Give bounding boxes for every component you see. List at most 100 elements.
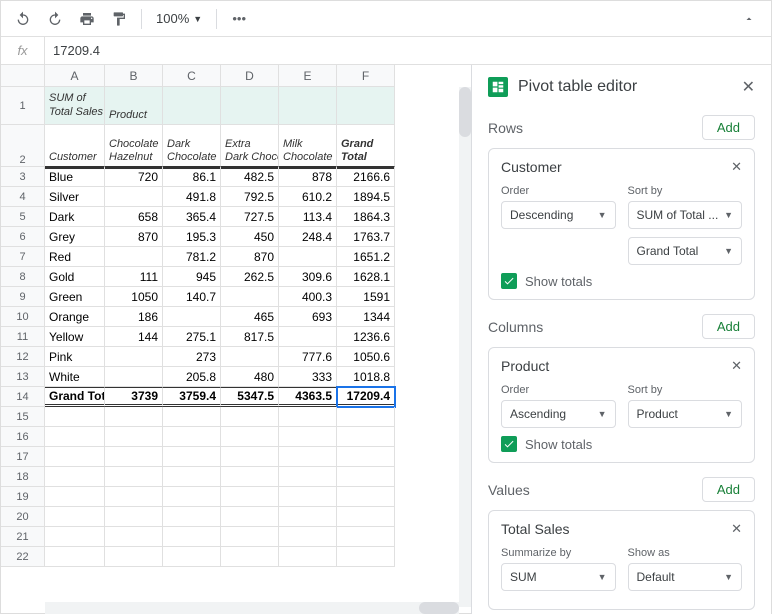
row-header[interactable]: 8 <box>1 267 45 287</box>
cell[interactable] <box>279 327 337 347</box>
cell[interactable]: Blue <box>45 167 105 187</box>
cell[interactable]: 1591 <box>337 287 395 307</box>
vertical-scrollbar[interactable] <box>459 87 471 607</box>
cell[interactable]: 817.5 <box>221 327 279 347</box>
cell[interactable] <box>105 467 163 487</box>
row-header[interactable]: 9 <box>1 287 45 307</box>
cell[interactable] <box>105 367 163 387</box>
more-button[interactable]: ••• <box>225 5 253 33</box>
paint-format-button[interactable] <box>105 5 133 33</box>
row-header[interactable]: 12 <box>1 347 45 367</box>
cell[interactable] <box>105 487 163 507</box>
cell[interactable] <box>45 447 105 467</box>
cell[interactable]: Silver <box>45 187 105 207</box>
cell[interactable] <box>279 487 337 507</box>
cell[interactable] <box>221 447 279 467</box>
horizontal-scrollbar[interactable] <box>45 602 459 614</box>
cell[interactable]: 720 <box>105 167 163 187</box>
cell[interactable]: 878 <box>279 167 337 187</box>
cell[interactable]: 113.4 <box>279 207 337 227</box>
row-header[interactable]: 14 <box>1 387 45 407</box>
cell[interactable]: 1763.7 <box>337 227 395 247</box>
cell[interactable] <box>163 487 221 507</box>
cell[interactable]: ChocolateHazelnut <box>105 125 163 167</box>
cell[interactable] <box>105 187 163 207</box>
cell[interactable] <box>279 467 337 487</box>
row-header[interactable]: 19 <box>1 487 45 507</box>
cell[interactable] <box>279 247 337 267</box>
cell[interactable] <box>221 87 279 125</box>
cell[interactable] <box>221 347 279 367</box>
cell[interactable] <box>279 407 337 427</box>
row-header[interactable]: 18 <box>1 467 45 487</box>
cell[interactable]: Orange <box>45 307 105 327</box>
cell[interactable]: 1344 <box>337 307 395 327</box>
cell[interactable]: 3739 <box>105 387 163 407</box>
cell[interactable]: 792.5 <box>221 187 279 207</box>
cell[interactable]: 870 <box>105 227 163 247</box>
order-select[interactable]: Ascending▼ <box>501 400 616 428</box>
add-rows-button[interactable]: Add <box>702 115 755 140</box>
cell[interactable] <box>279 87 337 125</box>
cell[interactable] <box>163 87 221 125</box>
close-panel-button[interactable]: ✕ <box>742 77 755 97</box>
cell[interactable]: 781.2 <box>163 247 221 267</box>
cell[interactable] <box>221 287 279 307</box>
cell[interactable] <box>105 527 163 547</box>
redo-button[interactable] <box>41 5 69 33</box>
row-header[interactable]: 3 <box>1 167 45 187</box>
cell[interactable] <box>337 507 395 527</box>
cell[interactable]: 186 <box>105 307 163 327</box>
cell[interactable]: 465 <box>221 307 279 327</box>
showas-select[interactable]: Default▼ <box>628 563 743 591</box>
cell[interactable] <box>45 407 105 427</box>
cell[interactable] <box>279 527 337 547</box>
cell[interactable]: 1018.8 <box>337 367 395 387</box>
cell[interactable] <box>221 427 279 447</box>
add-columns-button[interactable]: Add <box>702 314 755 339</box>
cell[interactable] <box>221 547 279 567</box>
cell[interactable]: 1651.2 <box>337 247 395 267</box>
remove-card-button[interactable]: ✕ <box>731 521 742 537</box>
cell[interactable]: 610.2 <box>279 187 337 207</box>
cell[interactable] <box>337 407 395 427</box>
spreadsheet[interactable]: ABCDEF1SUM ofTotal SalesProduct2Customer… <box>1 65 471 614</box>
cell[interactable]: 1864.3 <box>337 207 395 227</box>
cell[interactable]: Green <box>45 287 105 307</box>
cell[interactable] <box>337 487 395 507</box>
cell[interactable]: 2166.6 <box>337 167 395 187</box>
cell[interactable] <box>45 427 105 447</box>
cell[interactable]: 450 <box>221 227 279 247</box>
cell[interactable]: GrandTotal <box>337 125 395 167</box>
cell[interactable] <box>163 427 221 447</box>
cell[interactable]: 4363.5 <box>279 387 337 407</box>
remove-card-button[interactable]: ✕ <box>731 358 742 374</box>
cell[interactable] <box>221 527 279 547</box>
sortby-select[interactable]: Product▼ <box>628 400 743 428</box>
sortby-secondary-select[interactable]: Grand Total▼ <box>628 237 743 265</box>
row-header[interactable]: 5 <box>1 207 45 227</box>
cell[interactable]: DarkChocolate <box>163 125 221 167</box>
row-header[interactable]: 2 <box>1 125 45 167</box>
cell[interactable]: 658 <box>105 207 163 227</box>
cell[interactable] <box>221 407 279 427</box>
sortby-select[interactable]: SUM of Total ...▼ <box>628 201 743 229</box>
row-header[interactable]: 15 <box>1 407 45 427</box>
row-header[interactable]: 6 <box>1 227 45 247</box>
cell[interactable] <box>337 447 395 467</box>
order-select[interactable]: Descending▼ <box>501 201 616 229</box>
cell[interactable]: 205.8 <box>163 367 221 387</box>
cell[interactable]: 248.4 <box>279 227 337 247</box>
column-header[interactable]: A <box>45 65 105 87</box>
cell[interactable]: 365.4 <box>163 207 221 227</box>
cell[interactable]: 482.5 <box>221 167 279 187</box>
cell[interactable]: Red <box>45 247 105 267</box>
cell[interactable]: 1236.6 <box>337 327 395 347</box>
cell[interactable] <box>45 527 105 547</box>
cell[interactable]: 86.1 <box>163 167 221 187</box>
row-header[interactable]: 21 <box>1 527 45 547</box>
cell[interactable] <box>163 527 221 547</box>
zoom-select[interactable]: 100%▼ <box>150 11 208 26</box>
cell[interactable] <box>163 447 221 467</box>
cell[interactable]: Yellow <box>45 327 105 347</box>
